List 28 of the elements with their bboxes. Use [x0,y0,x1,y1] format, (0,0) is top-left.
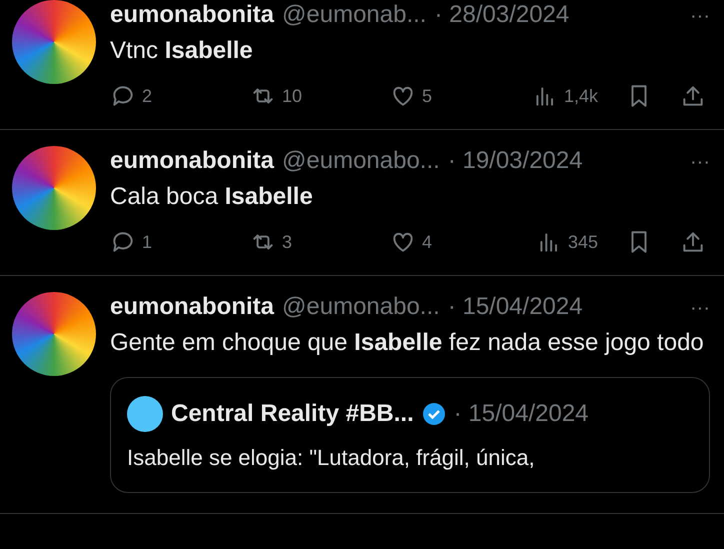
reply-count: 1 [142,232,152,252]
more-button[interactable]: ··· [690,1,710,31]
retweet-count: 3 [282,232,292,252]
like-count: 4 [422,232,432,252]
username: @eumonab... [282,0,426,30]
tweet-text: Isabelle se elogia: "Lutadora, frágil, única, [127,444,536,472]
username: @eumonabo... [282,146,440,176]
more-button[interactable]: ··· [690,147,710,177]
tweet-text: Cala boca Isabelle [110,182,314,212]
tweet-text: Gente em choque que Isabelle fez nada esse jogo todo [110,328,705,358]
tweet-date[interactable]: · 19/03/2024 [448,146,583,176]
reply-count: 2 [142,86,152,106]
tweet-date[interactable]: · 15/04/2024 [448,292,583,322]
view-count: 1,4k [564,86,598,106]
display-name: Central Reality #BB... [171,400,414,428]
username: @eumonabo... [282,292,440,322]
view-count: 345 [568,232,598,252]
tweet-text: Vtnc Isabelle [110,36,254,66]
display-name[interactable]: eumonabonita [110,0,274,30]
avatar [127,396,163,432]
display-name[interactable]: eumonabonita [110,146,274,176]
display-name[interactable]: eumonabonita [110,292,274,322]
more-button[interactable]: ··· [690,293,710,323]
retweet-count: 10 [282,86,302,106]
tweet-date[interactable]: · 28/03/2024 [434,0,570,30]
like-count: 5 [422,86,432,106]
quoted-tweet[interactable]: Central Reality #BB... · 15/04/2024 Isabelle se elogia: "Lutadora, frágil, única, [110,377,710,493]
tweet-date: · 15/04/2024 [454,400,589,428]
